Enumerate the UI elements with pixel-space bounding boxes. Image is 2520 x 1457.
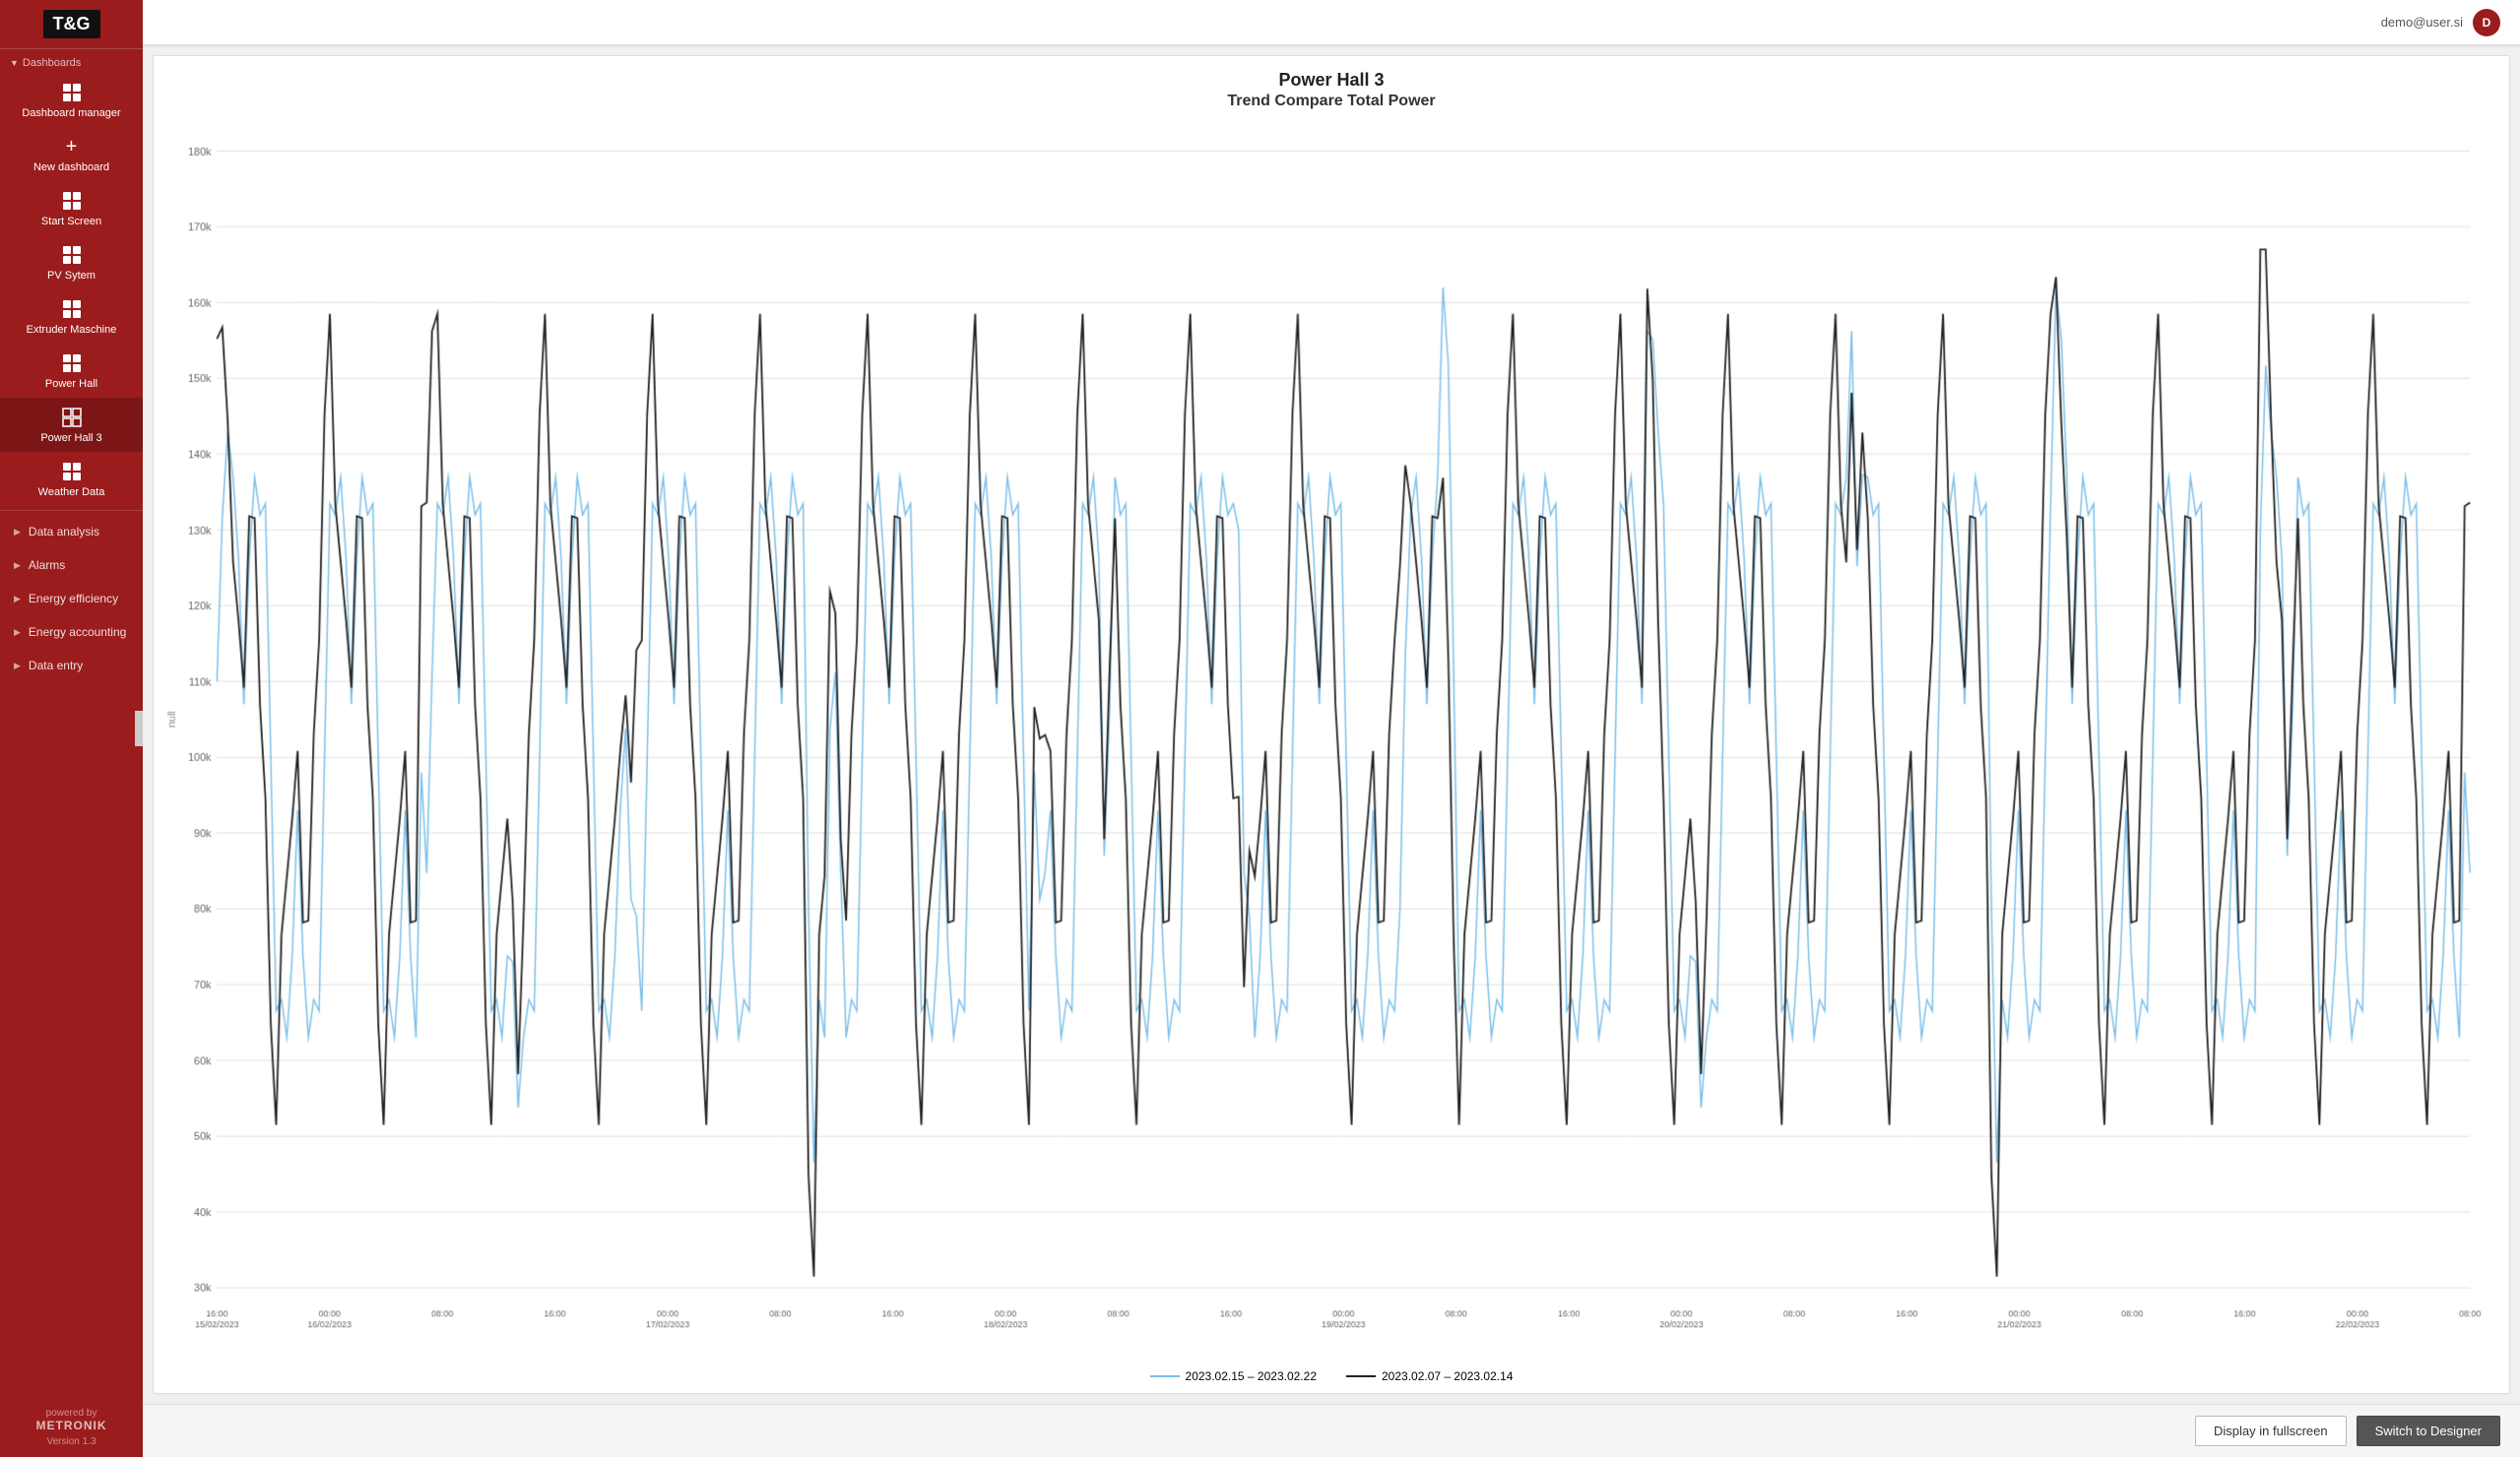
legend-label-series1: 2023.02.15 – 2023.02.22 (1186, 1369, 1317, 1383)
chevron-right-icon: ▶ (14, 594, 21, 604)
main-content: demo@user.si D Power Hall 3 Trend Compar… (143, 0, 2520, 1457)
energy-efficiency-label: Energy efficiency (29, 592, 118, 605)
version-label: Version 1.3 (10, 1436, 133, 1447)
sidebar-footer: powered by METRONIK Version 1.3 (0, 1398, 143, 1457)
chevron-right-icon: ▶ (14, 627, 21, 638)
power-hall-icon (60, 351, 84, 375)
logo: T&G (43, 10, 100, 38)
sidebar-item-pv-system[interactable]: PV Sytem (0, 235, 143, 289)
sidebar-item-power-hall-3[interactable]: Power Hall 3 (0, 398, 143, 452)
extruder-maschine-icon (60, 297, 84, 321)
section-label: Dashboards (23, 57, 81, 69)
weather-data-icon (60, 460, 84, 483)
legend-item-series1: 2023.02.15 – 2023.02.22 (1150, 1369, 1317, 1383)
sidebar-collapse-button[interactable]: ‹ (135, 711, 143, 746)
user-info: demo@user.si D (2381, 9, 2500, 36)
alarms-label: Alarms (29, 558, 65, 572)
fullscreen-button[interactable]: Display in fullscreen (2195, 1416, 2347, 1446)
power-hall-3-label: Power Hall 3 (40, 432, 101, 444)
sidebar-item-start-screen[interactable]: Start Screen (0, 181, 143, 235)
power-hall-3-icon (60, 406, 84, 429)
dashboard-manager-label: Dashboard manager (22, 107, 120, 119)
switch-to-designer-button[interactable]: Switch to Designer (2357, 1416, 2500, 1446)
trend-chart-canvas (163, 126, 2489, 1362)
chart-legend: 2023.02.15 – 2023.02.22 2023.02.07 – 202… (154, 1362, 2509, 1393)
power-hall-label: Power Hall (45, 378, 97, 390)
sidebar-item-extruder-maschine[interactable]: Extruder Maschine (0, 289, 143, 344)
pv-system-label: PV Sytem (47, 270, 96, 282)
bottombar: Display in fullscreen Switch to Designer (143, 1404, 2520, 1457)
sidebar: T&G ▼ Dashboards Dashboard manager + New… (0, 0, 143, 1457)
sidebar-item-energy-efficiency[interactable]: ▶ Energy efficiency (0, 582, 143, 615)
new-dashboard-icon: + (60, 135, 84, 158)
sidebar-item-new-dashboard[interactable]: + New dashboard (0, 127, 143, 181)
start-screen-label: Start Screen (41, 216, 101, 227)
sidebar-divider (0, 510, 143, 511)
topbar: demo@user.si D (143, 0, 2520, 45)
data-entry-label: Data entry (29, 659, 83, 672)
sidebar-item-weather-data[interactable]: Weather Data (0, 452, 143, 506)
legend-label-series2: 2023.02.07 – 2023.02.14 (1382, 1369, 1513, 1383)
chevron-right-icon: ▶ (14, 527, 21, 538)
user-avatar[interactable]: D (2473, 9, 2500, 36)
sidebar-item-dashboard-manager[interactable]: Dashboard manager (0, 73, 143, 127)
legend-item-series2: 2023.02.07 – 2023.02.14 (1346, 1369, 1513, 1383)
energy-accounting-label: Energy accounting (29, 625, 126, 639)
weather-data-label: Weather Data (38, 486, 105, 498)
sidebar-item-alarms[interactable]: ▶ Alarms (0, 548, 143, 582)
start-screen-icon (60, 189, 84, 213)
user-email: demo@user.si (2381, 15, 2463, 30)
chart-container: Power Hall 3 Trend Compare Total Power 2… (153, 55, 2510, 1394)
new-dashboard-label: New dashboard (33, 161, 109, 173)
data-analysis-label: Data analysis (29, 525, 99, 538)
chart-title: Power Hall 3 (173, 70, 2489, 91)
legend-line-blue (1150, 1375, 1180, 1377)
sidebar-item-data-analysis[interactable]: ▶ Data analysis (0, 515, 143, 548)
logo-area: T&G (0, 0, 143, 49)
chevron-right-icon: ▶ (14, 560, 21, 571)
brand-label: METRONIK (10, 1419, 133, 1432)
chart-subtitle: Trend Compare Total Power (173, 93, 2489, 110)
chevron-right-icon: ▶ (14, 661, 21, 671)
dashboard-manager-icon (60, 81, 84, 104)
powered-by-label: powered by (10, 1408, 133, 1419)
chart-title-area: Power Hall 3 Trend Compare Total Power (154, 56, 2509, 116)
section-chevron: ▼ (10, 58, 19, 68)
sidebar-item-energy-accounting[interactable]: ▶ Energy accounting (0, 615, 143, 649)
legend-line-dark (1346, 1375, 1376, 1377)
extruder-maschine-label: Extruder Maschine (27, 324, 117, 336)
dashboards-section[interactable]: ▼ Dashboards (0, 49, 143, 73)
chart-wrapper (154, 116, 2509, 1362)
sidebar-item-data-entry[interactable]: ▶ Data entry (0, 649, 143, 682)
pv-system-icon (60, 243, 84, 267)
sidebar-item-power-hall[interactable]: Power Hall (0, 344, 143, 398)
